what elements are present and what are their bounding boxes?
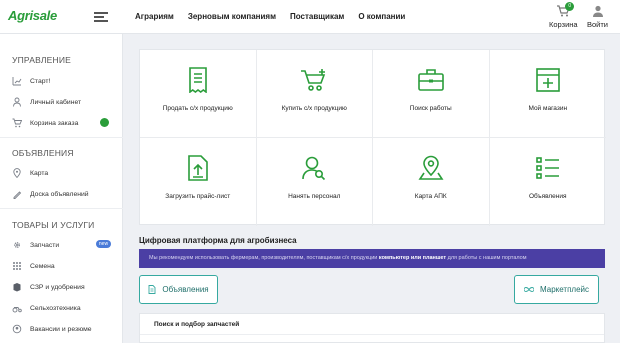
platform-title: Цифровая платформа для агробизнеса <box>139 236 297 245</box>
sidebar-item-label: Корзина заказа <box>30 119 79 127</box>
seeds-icon <box>13 262 21 270</box>
tile-label: Продать с/х продукцию <box>162 105 233 112</box>
cart-count-badge: 0 <box>565 2 575 11</box>
login-button[interactable]: Войти <box>587 5 608 29</box>
tile-label: Поиск работы <box>409 105 452 112</box>
tile-hire-staff[interactable]: Нанять персонал <box>257 138 373 226</box>
main-nav: Аграриям Зерновым компаниям Поставщикам … <box>135 12 419 21</box>
sidebar-item-label: Доска объявлений <box>30 190 89 198</box>
sidebar-item-start[interactable]: Старт! <box>12 74 117 88</box>
top-header: Agrisale Аграриям Зерновым компаниям Пос… <box>0 0 620 34</box>
cart-icon <box>12 118 22 128</box>
nav-suppliers[interactable]: Поставщикам <box>290 12 344 21</box>
sidebar-item-fertilizers[interactable]: СЗР и удобрения <box>12 280 117 294</box>
divider <box>0 137 123 138</box>
fertilizer-icon <box>13 283 21 292</box>
sidebar-item-label: Карта <box>30 169 49 177</box>
tile-sell-produce[interactable]: Продать с/х продукцию <box>140 50 257 138</box>
new-badge: new <box>96 240 111 248</box>
tile-label: Нанять персонал <box>288 193 341 200</box>
section-title-goods: ТОВАРЫ И УСЛУГИ <box>12 220 95 230</box>
tile-ads[interactable]: Объявления <box>490 138 607 226</box>
sidebar-item-parts[interactable]: Запчасти new <box>12 238 117 252</box>
document-icon <box>148 285 156 294</box>
sidebar-item-board[interactable]: Доска объявлений <box>12 187 117 201</box>
banner-text: Мы рекомендуем использовать фермерам, пр… <box>149 255 379 261</box>
tile-label: Объявления <box>528 193 567 200</box>
sidebar-item-label: Старт! <box>30 77 51 85</box>
sidebar-item-account[interactable]: Личный кабинет <box>12 95 117 109</box>
jobs-icon <box>12 324 22 334</box>
divider <box>140 334 604 335</box>
map-pin-icon <box>418 155 444 180</box>
sidebar-item-seeds[interactable]: Семена <box>12 259 117 273</box>
tractor-icon <box>12 307 22 313</box>
cart-icon: 0 <box>556 2 575 17</box>
ads-button-label: Объявления <box>162 285 209 294</box>
infinity-icon <box>523 287 534 292</box>
login-label: Войти <box>587 20 608 29</box>
cart-button[interactable]: 0 Корзина <box>549 2 578 29</box>
marketplace-button[interactable]: Маркетплейс <box>514 275 599 304</box>
sidebar-item-order-cart[interactable]: Корзина заказа <box>12 116 117 130</box>
receipt-icon <box>188 67 207 93</box>
user-icon <box>13 97 21 107</box>
store-icon <box>535 68 560 92</box>
section-title-management: УПРАВЛЕНИЕ <box>12 55 72 65</box>
map-icon <box>13 168 21 178</box>
search-section-title: Поиск и подбор запчастей <box>154 321 240 328</box>
hire-icon <box>302 156 326 181</box>
sidebar-item-label: СЗР и удобрения <box>30 283 85 291</box>
tile-label: Загрузить прайс-лист <box>165 193 231 200</box>
sidebar-item-machinery[interactable]: Сельхозтехника <box>12 301 117 315</box>
tile-label: Мой магазин <box>528 105 568 112</box>
sidebar-item-map[interactable]: Карта <box>12 166 117 180</box>
tile-label: Купить с/х продукцию <box>281 105 347 112</box>
sidebar-item-label: Личный кабинет <box>30 98 82 106</box>
sidebar-item-label: Запчасти <box>30 241 60 249</box>
user-icon <box>591 5 605 17</box>
banner-text-end: для работы с нашим порталом <box>446 255 527 261</box>
sidebar-item-jobs[interactable]: Вакансии и резюме <box>12 322 117 336</box>
sidebar-item-label: Сельхозтехника <box>30 304 81 312</box>
sidebar-item-label: Семена <box>30 262 55 270</box>
gear-icon <box>14 242 20 248</box>
nav-grain-companies[interactable]: Зерновым компаниям <box>188 12 276 21</box>
banner-bold-text: компьютер или планшет <box>378 255 447 261</box>
divider <box>0 208 123 209</box>
tile-my-store[interactable]: Мой магазин <box>489 50 606 138</box>
board-icon <box>13 191 22 199</box>
tile-label: Карта АПК <box>414 193 447 200</box>
list-icon <box>535 157 559 179</box>
section-title-ads: ОБЪЯВЛЕНИЯ <box>12 148 74 158</box>
cart-status-badge <box>100 118 109 127</box>
tile-upload-pricelist[interactable]: Загрузить прайс-лист <box>140 138 257 226</box>
upload-icon <box>187 155 208 181</box>
marketplace-button-label: Маркетплейс <box>539 285 589 294</box>
logo[interactable]: Agrisale <box>8 8 57 23</box>
ads-button[interactable]: Объявления <box>139 275 218 304</box>
recommendation-banner: Мы рекомендуем использовать фермерам, пр… <box>139 249 605 268</box>
cart-label: Корзина <box>549 20 578 29</box>
chart-icon <box>12 77 22 86</box>
nav-about[interactable]: О компании <box>358 12 405 21</box>
nav-farmers[interactable]: Аграриям <box>135 12 174 21</box>
briefcase-icon <box>417 69 444 91</box>
cart-add-icon <box>301 69 326 91</box>
tile-buy-produce[interactable]: Купить с/х продукцию <box>256 50 373 138</box>
sidebar: УПРАВЛЕНИЕ Старт! Личный кабинет Корзина… <box>0 34 123 343</box>
tile-agro-map[interactable]: Карта АПК <box>373 138 490 226</box>
tile-job-search[interactable]: Поиск работы <box>373 50 490 138</box>
sidebar-item-label: Вакансии и резюме <box>30 325 92 333</box>
parts-search-section: Поиск и подбор запчастей <box>139 313 605 343</box>
quick-actions-grid: Продать с/х продукцию Купить с/х продукц… <box>139 49 607 226</box>
menu-toggle-icon[interactable] <box>94 12 108 22</box>
